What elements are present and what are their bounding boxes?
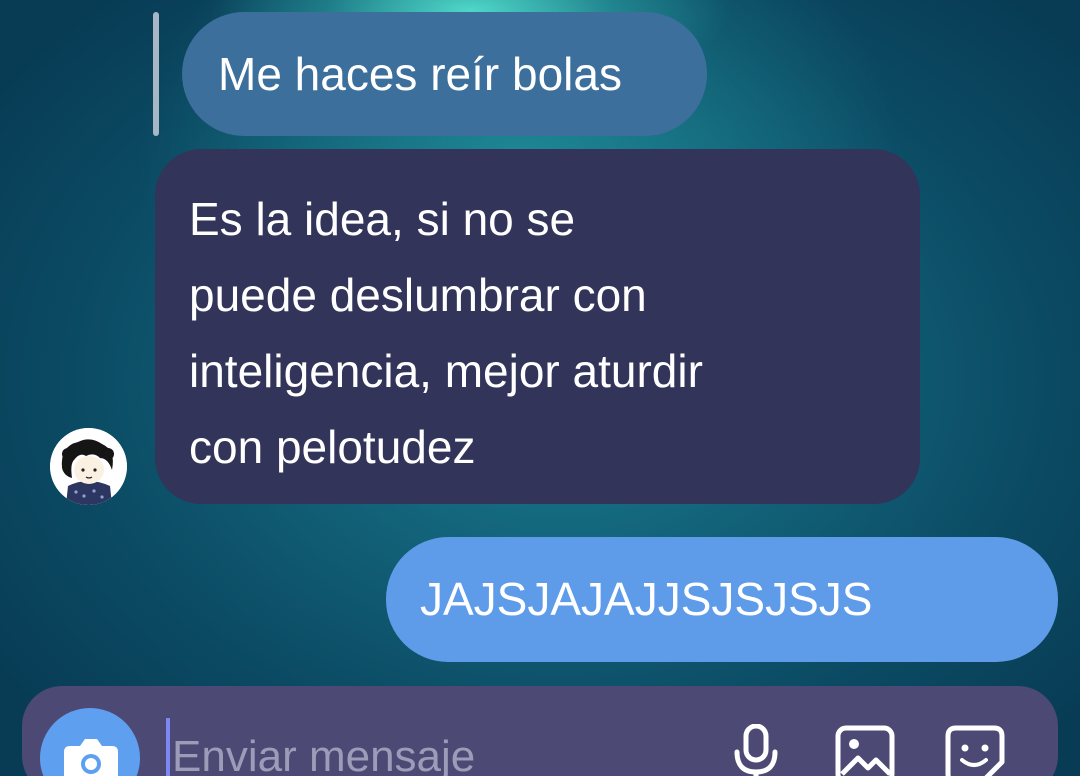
- message-line: con pelotudez: [189, 421, 476, 473]
- sender-avatar[interactable]: [50, 428, 127, 505]
- quoted-message-text: Me haces reír bolas: [218, 47, 622, 100]
- received-message-bubble[interactable]: Es la idea, si no se puede deslumbrar co…: [155, 149, 920, 504]
- microphone-button[interactable]: [728, 723, 784, 776]
- text-cursor: [166, 718, 170, 776]
- message-line: Es la idea, si no se: [189, 193, 576, 245]
- message-line: inteligencia, mejor aturdir: [189, 345, 703, 397]
- quoted-message-bubble[interactable]: Me haces reír bolas: [182, 12, 707, 136]
- sent-message-text: JAJSJAJAJJSJSJSJS: [420, 573, 873, 626]
- microphone-icon: [734, 723, 778, 776]
- sticker-button[interactable]: [944, 724, 1006, 776]
- gallery-button[interactable]: [834, 724, 896, 776]
- avatar-image: [50, 428, 127, 505]
- sticker-icon: [945, 725, 1005, 776]
- chat-thread: Me haces reír bolas Es la idea, si no se…: [0, 0, 1080, 690]
- camera-icon: [64, 739, 118, 776]
- reply-indicator-bar: [153, 12, 159, 136]
- message-line: puede deslumbrar con: [189, 269, 647, 321]
- image-icon: [835, 725, 895, 776]
- camera-button[interactable]: [40, 708, 140, 776]
- sent-message-bubble[interactable]: JAJSJAJAJJSJSJSJS: [386, 537, 1058, 662]
- message-input[interactable]: [172, 727, 692, 776]
